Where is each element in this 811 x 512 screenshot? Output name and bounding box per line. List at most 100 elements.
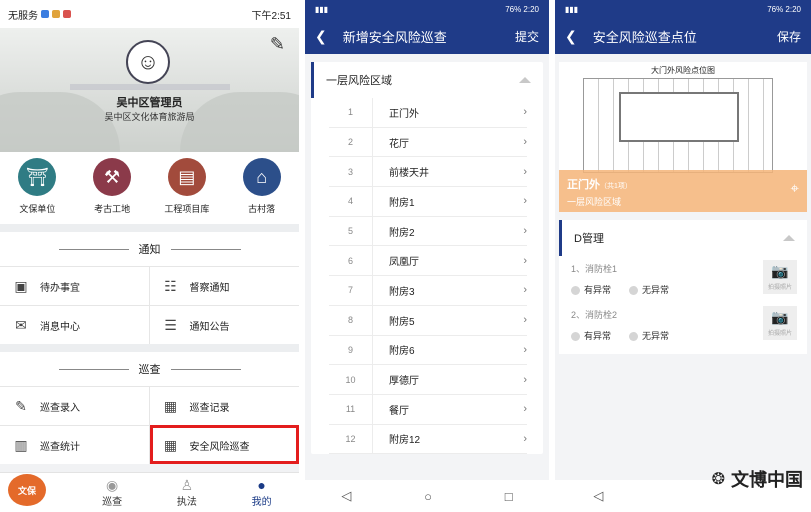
check-group-header[interactable]: D管理 <box>559 220 807 256</box>
radio-label: 有异常 <box>584 331 612 341</box>
module-projects[interactable]: ▤ 工程项目库 <box>152 158 222 224</box>
nav-recent-icon[interactable]: □ <box>505 489 513 504</box>
nav-home-icon[interactable]: ○ <box>424 489 432 504</box>
status-time: 76% 2:20 <box>505 4 539 14</box>
area-group-header[interactable]: 一层风险区域 <box>311 62 543 98</box>
edit-icon[interactable]: ✎ <box>270 34 285 55</box>
user-name: 吴中区管理员 <box>116 97 183 109</box>
scan-icon[interactable]: ⌖ <box>791 180 799 197</box>
save-button[interactable]: 保存 <box>777 28 801 45</box>
watermark: ❂ 文博中国 <box>712 466 803 492</box>
nav-back-icon[interactable]: ◁ <box>593 488 603 504</box>
submit-button[interactable]: 提交 <box>515 28 539 45</box>
digging-worker-icon: ⚒ <box>93 158 132 196</box>
row-name: 附房5 <box>389 316 415 328</box>
app-icon <box>41 10 49 18</box>
menu-todo[interactable]: ▣ 待办事宜 <box>0 266 150 305</box>
module-cultural-relics[interactable]: ⛩ 文保单位 <box>2 158 72 224</box>
row-number: 12 <box>329 424 373 454</box>
row-name: 厚德厅 <box>389 376 419 388</box>
chevron-right-icon: › <box>523 254 527 267</box>
status-bar: ▮▮▮ 76% 2:20 <box>555 0 811 18</box>
ding-icon: ⛩ <box>18 158 57 196</box>
floor-plan-map[interactable]: 大门外风险点位图 正门外（共1项） 一层风险区域 ⌖ <box>559 62 807 212</box>
menu-patrol-record[interactable]: ▦ 巡查记录 <box>149 386 299 425</box>
area-row[interactable]: 6 凤凰厅 › <box>329 246 527 277</box>
map-title: 大门外风险点位图 <box>651 66 715 75</box>
app-icon <box>52 10 60 18</box>
house-icon: ⌂ <box>242 158 281 196</box>
tab-law[interactable]: ♙ 执法 <box>157 477 217 508</box>
area-list: 1 正门外 › 2 花厅 › 3 前楼天井 › 4 附房1 › 5 附房2 › 6 凤凰厅 › 7 附房3 › 8 附房5 ›… <box>311 98 543 455</box>
group-title: 一层风险区域 <box>326 75 392 87</box>
area-row[interactable]: 8 附房5 › <box>329 305 527 336</box>
logo-text: 文保 <box>17 485 36 496</box>
module-villages[interactable]: ⌂ 古村落 <box>227 158 297 224</box>
nav-back-icon[interactable]: ◁ <box>341 488 351 504</box>
law-icon: ♙ <box>180 477 194 493</box>
row-name: 凤凰厅 <box>389 257 419 269</box>
menu-label: 消息中心 <box>40 321 80 333</box>
radio-abnormal[interactable]: 有异常 <box>571 283 611 296</box>
check-item: 2、消防栓2 有异常 无异常 📷 拍摄照片 <box>559 302 807 348</box>
module-archaeology[interactable]: ⚒ 考古工地 <box>77 158 147 224</box>
area-row[interactable]: 5 附房2 › <box>329 216 527 247</box>
radio-normal[interactable]: 无异常 <box>629 283 669 296</box>
row-number: 2 <box>329 127 373 157</box>
record-icon: ▦ <box>163 397 178 414</box>
row-name: 正门外 <box>389 108 419 120</box>
menu-label: 待办事宜 <box>40 282 80 294</box>
area-row[interactable]: 1 正门外 › <box>329 98 527 128</box>
radio-icon <box>629 332 639 342</box>
row-number: 3 <box>329 157 373 187</box>
collapse-caret-icon[interactable] <box>783 235 795 241</box>
area-row[interactable]: 12 附房12 › <box>329 424 527 455</box>
area-row[interactable]: 3 前楼天井 › <box>329 157 527 188</box>
radio-abnormal[interactable]: 有异常 <box>571 329 611 342</box>
tab-label: 巡查 <box>102 497 123 508</box>
row-number: 7 <box>329 276 373 305</box>
take-photo-button[interactable]: 📷 拍摄照片 <box>763 306 797 340</box>
point-overlay: 正门外（共1项） 一层风险区域 ⌖ <box>559 170 807 212</box>
area-row[interactable]: 11 餐厅 › <box>329 394 527 425</box>
menu-announcements[interactable]: ☰ 通知公告 <box>149 305 299 344</box>
entry-icon: ✎ <box>15 397 27 414</box>
menu-patrol-stats[interactable]: ▥ 巡查统计 <box>0 425 150 464</box>
menu-label: 安全风险巡查 <box>189 441 250 453</box>
area-row[interactable]: 2 花厅 › <box>329 127 527 158</box>
eye-icon: ◉ <box>106 477 119 493</box>
collapse-caret-icon[interactable] <box>519 77 531 83</box>
back-icon[interactable]: ❮ <box>315 28 327 45</box>
area-row[interactable]: 9 附房6 › <box>329 335 527 366</box>
area-card: 一层风险区域 1 正门外 › 2 花厅 › 3 前楼天井 › 4 附房1 › 5 附房2 › 6 凤凰厅 › 7 附房… <box>311 62 543 455</box>
menu-risk-patrol[interactable]: ▦ 安全风险巡查 <box>149 425 299 464</box>
divider <box>0 344 299 352</box>
tab-patrol[interactable]: ◉ 巡查 <box>82 477 142 508</box>
section-title: 通知 <box>138 244 161 256</box>
stats-icon: ▥ <box>14 436 28 453</box>
area-row[interactable]: 4 附房1 › <box>329 187 527 217</box>
take-photo-button[interactable]: 📷 拍摄照片 <box>763 260 797 294</box>
area-row[interactable]: 7 附房3 › <box>329 276 527 306</box>
chevron-right-icon: › <box>523 314 527 327</box>
tab-mine[interactable]: ● 我的 <box>232 477 292 508</box>
avatar[interactable]: ☺ <box>126 40 170 84</box>
back-icon[interactable]: ❮ <box>565 28 577 45</box>
menu-label: 巡查统计 <box>40 441 80 453</box>
chevron-right-icon: › <box>523 373 527 386</box>
menu-supervise[interactable]: ☷ 督察通知 <box>149 266 299 305</box>
menu-patrol-entry[interactable]: ✎ 巡查录入 <box>0 386 150 425</box>
supervise-icon: ☷ <box>164 277 177 294</box>
module-label: 工程项目库 <box>164 204 210 214</box>
status-time: 76% 2:20 <box>767 4 801 14</box>
radio-normal[interactable]: 无异常 <box>629 329 669 342</box>
signal-icon: ▮▮▮ <box>565 4 579 14</box>
area-row[interactable]: 10 厚德厅 › <box>329 365 527 395</box>
group-title: D管理 <box>574 233 604 245</box>
chevron-right-icon: › <box>523 106 527 119</box>
menu-messages[interactable]: ✉ 消息中心 <box>0 305 150 344</box>
row-name: 餐厅 <box>389 405 409 417</box>
status-bar: ▮▮▮ 76% 2:20 <box>305 0 549 18</box>
tab-label: 我的 <box>251 497 272 508</box>
chevron-right-icon: › <box>523 432 527 445</box>
